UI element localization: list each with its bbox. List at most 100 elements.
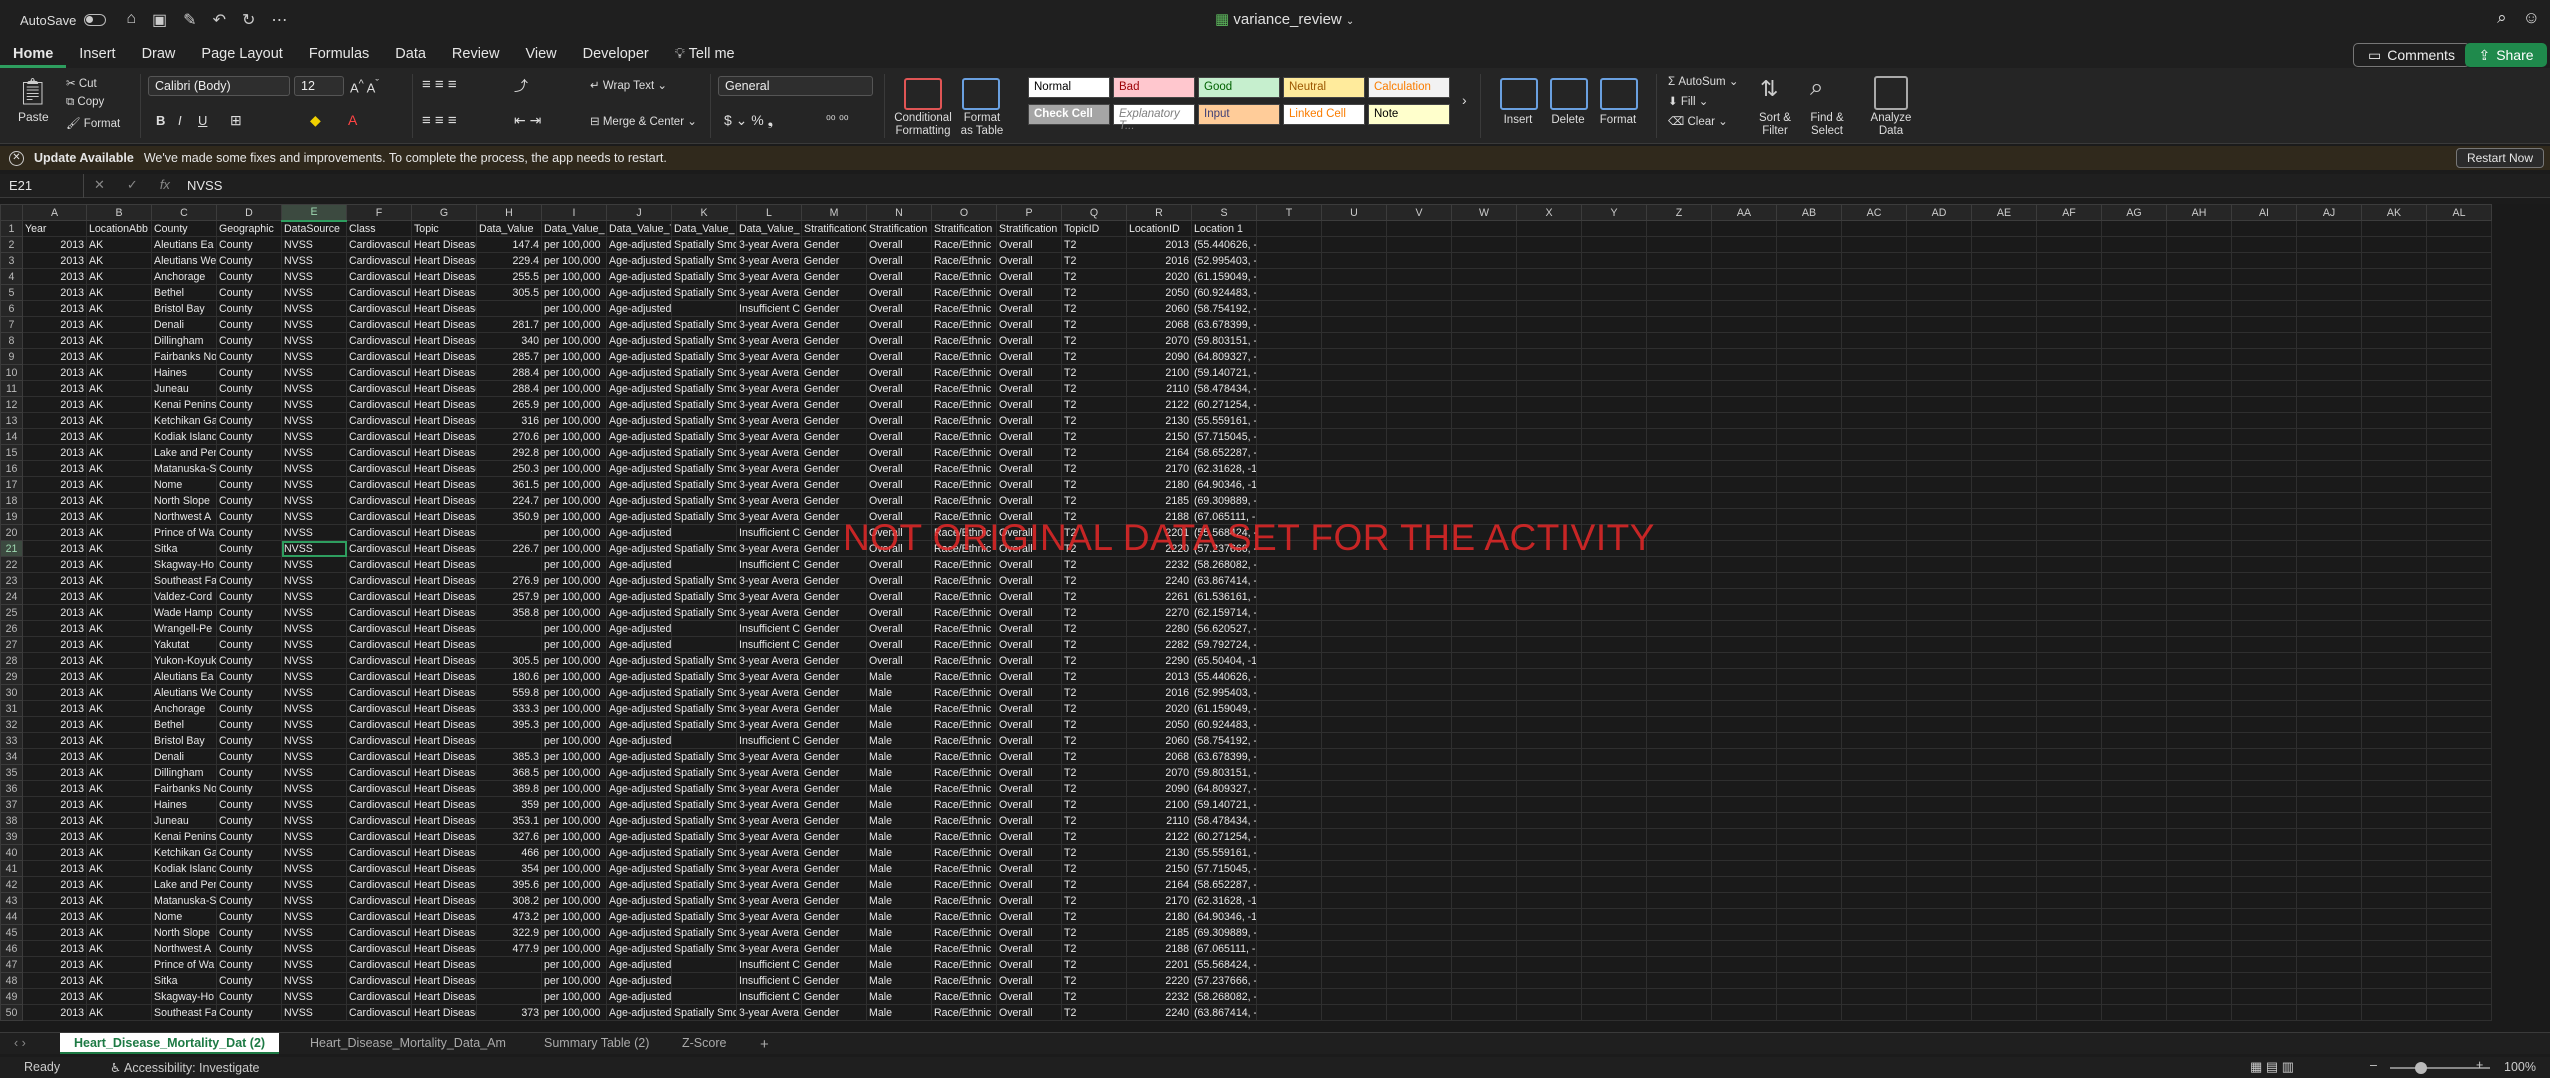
cell[interactable]: Cardiovascul — [346, 876, 412, 893]
cell[interactable]: Age-adjusted, Spatially Smoothed, 3-year… — [606, 396, 672, 413]
cell[interactable] — [2426, 412, 2492, 429]
cell[interactable] — [1581, 540, 1647, 557]
row-header[interactable]: 46 — [0, 940, 23, 957]
cell[interactable]: NVSS — [281, 364, 347, 381]
column-header-n[interactable]: N — [866, 204, 932, 221]
cell[interactable]: NVSS — [281, 892, 347, 909]
sort-filter-icon[interactable]: ⇅ — [1760, 76, 1778, 102]
cell[interactable]: 2232 — [1126, 556, 1192, 573]
cell[interactable]: 354 — [476, 860, 542, 877]
cell[interactable] — [2101, 268, 2167, 285]
zoom-in-button[interactable]: + — [2476, 1058, 2483, 1072]
cell[interactable]: Spatially Smoothed, — [671, 700, 737, 717]
cell[interactable] — [1581, 652, 1647, 669]
cell[interactable]: (64.90346, -163.947945) — [1191, 908, 1257, 925]
cell[interactable] — [2166, 540, 2232, 557]
cell[interactable]: T2 — [1061, 524, 1127, 541]
cell[interactable]: County — [216, 620, 282, 637]
cell[interactable] — [1841, 732, 1907, 749]
cell[interactable] — [1711, 492, 1777, 509]
cell[interactable] — [1971, 508, 2037, 525]
cell[interactable] — [1841, 604, 1907, 621]
cell[interactable] — [2231, 508, 2297, 525]
cell[interactable]: T2 — [1061, 796, 1127, 813]
cell[interactable]: AK — [86, 780, 152, 797]
copy-button[interactable]: ⧉ Copy — [66, 96, 104, 109]
cell[interactable] — [2166, 236, 2232, 253]
wrap-text-button[interactable]: ↵ Wrap Text ⌄ — [590, 78, 667, 92]
cell[interactable]: Heart Disease — [411, 348, 477, 365]
cell[interactable]: Gender — [801, 476, 867, 493]
cell[interactable]: 373 — [476, 1004, 542, 1021]
cell[interactable] — [2426, 940, 2492, 957]
cell[interactable] — [1776, 252, 1842, 269]
cell[interactable] — [2166, 684, 2232, 701]
cell[interactable] — [1386, 284, 1452, 301]
cell[interactable]: County — [216, 892, 282, 909]
cell[interactable]: Race/Ethnic — [931, 956, 997, 973]
cell[interactable] — [1776, 956, 1842, 973]
cell[interactable] — [2166, 348, 2232, 365]
cell[interactable]: NVSS — [281, 700, 347, 717]
cell[interactable]: Overall — [996, 828, 1062, 845]
cell[interactable]: Age-adjusted, Spatia ~ — [606, 956, 672, 973]
cell[interactable] — [1841, 348, 1907, 365]
cell[interactable]: Race/Ethnic — [931, 556, 997, 573]
cell[interactable]: Gender — [801, 636, 867, 653]
column-header-d[interactable]: D — [216, 204, 282, 221]
cell[interactable] — [1516, 956, 1582, 973]
cell[interactable] — [1711, 716, 1777, 733]
cell[interactable]: per 100,000 — [541, 780, 607, 797]
cell[interactable] — [1386, 252, 1452, 269]
cell[interactable] — [1906, 268, 1972, 285]
cell[interactable]: County — [216, 716, 282, 733]
cell[interactable] — [1711, 300, 1777, 317]
cell[interactable] — [1321, 716, 1387, 733]
cell[interactable]: Gender — [801, 396, 867, 413]
cell[interactable]: Race/Ethnic — [931, 716, 997, 733]
cell[interactable]: 2013 — [22, 844, 87, 861]
cell[interactable] — [1776, 348, 1842, 365]
cell[interactable] — [1711, 396, 1777, 413]
cell[interactable] — [2426, 828, 2492, 845]
cell[interactable] — [1256, 556, 1322, 573]
column-header-v[interactable]: V — [1386, 204, 1452, 221]
cell[interactable] — [2036, 396, 2102, 413]
cell[interactable] — [2426, 860, 2492, 877]
cell[interactable]: per 100,000 — [541, 892, 607, 909]
cell[interactable] — [1581, 460, 1647, 477]
cell[interactable] — [1386, 828, 1452, 845]
cell[interactable] — [1646, 572, 1712, 589]
cell[interactable] — [1386, 860, 1452, 877]
cell[interactable] — [2426, 428, 2492, 445]
cell[interactable]: per 100,000 — [541, 812, 607, 829]
cell[interactable]: NVSS — [281, 332, 347, 349]
cell[interactable] — [1711, 956, 1777, 973]
cell[interactable]: AK — [86, 908, 152, 925]
cell[interactable] — [1451, 636, 1517, 653]
cell[interactable] — [2296, 988, 2362, 1005]
cell[interactable] — [2166, 828, 2232, 845]
cell[interactable]: Overall — [996, 252, 1062, 269]
cell[interactable] — [1321, 284, 1387, 301]
cell[interactable]: 2013 — [22, 268, 87, 285]
cell[interactable]: Cardiovascul — [346, 524, 412, 541]
cell[interactable] — [2036, 444, 2102, 461]
cell[interactable]: (62.31628, -149.600476) — [1191, 460, 1257, 477]
cell[interactable]: Overall — [866, 460, 932, 477]
cell[interactable]: Cardiovascul — [346, 844, 412, 861]
cell[interactable] — [1386, 508, 1452, 525]
cell[interactable]: AK — [86, 444, 152, 461]
cell[interactable]: NVSS — [281, 860, 347, 877]
cell[interactable] — [2231, 892, 2297, 909]
cell[interactable]: Age-adjusted, Spatially Smoothed, 3-year… — [606, 796, 672, 813]
cell[interactable]: 147.4 — [476, 236, 542, 253]
column-title-cell[interactable] — [2296, 220, 2362, 237]
cell[interactable]: County — [216, 780, 282, 797]
row-header[interactable]: 19 — [0, 508, 23, 525]
cell[interactable]: Kodiak Island — [151, 860, 217, 877]
cell[interactable]: Age-adjusted, Spatially Smoothed, 3-year… — [606, 492, 672, 509]
cell[interactable]: 2188 — [1126, 940, 1192, 957]
cell[interactable] — [2036, 924, 2102, 941]
cell[interactable]: 265.9 — [476, 396, 542, 413]
